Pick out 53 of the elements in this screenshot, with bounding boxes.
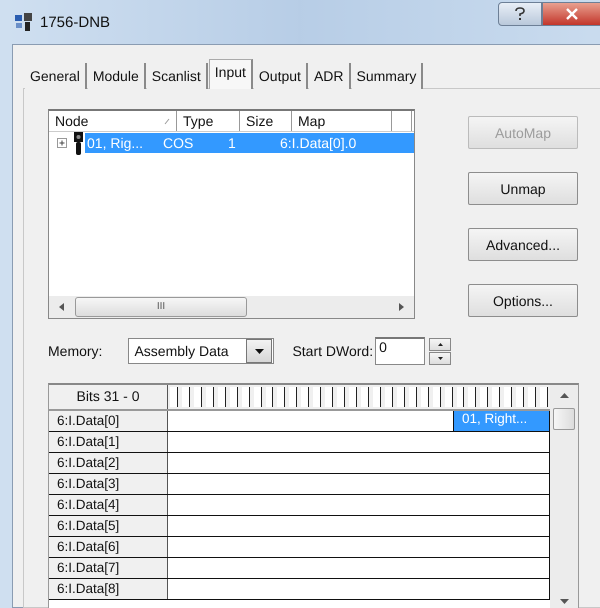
start-dword-field[interactable]: 0: [375, 337, 426, 365]
device-icon: [14, 12, 34, 32]
row-label: 6:I.Data[1]: [49, 432, 168, 452]
scroll-down-icon[interactable]: [560, 599, 568, 604]
row-label: 6:I.Data[3]: [49, 474, 168, 494]
bits-header: Bits 31 - 0: [49, 385, 168, 409]
column-header[interactable]: Node: [49, 111, 177, 131]
memory-dropdown[interactable]: Assembly Data: [128, 338, 274, 364]
memory-label: Memory:: [48, 343, 102, 359]
size-cell-text: 1: [227, 135, 237, 151]
row-label: 6:I.Data[0]: [49, 411, 168, 431]
spin-buttons[interactable]: [429, 338, 452, 364]
up-arrow-icon: [438, 342, 443, 346]
down-arrow-icon: [438, 356, 443, 360]
row-label: 6:I.Data[2]: [49, 453, 168, 473]
scroll-right-icon[interactable]: [398, 303, 404, 311]
node-cell-text: 01, Rig...: [86, 135, 144, 151]
window-title: 1756-DNB: [40, 14, 110, 30]
tab[interactable]: ADR: [308, 63, 350, 89]
action-button[interactable]: Options...: [468, 284, 578, 317]
tab[interactable]: Module: [88, 63, 146, 89]
row-label: 6:I.Data[5]: [49, 516, 168, 536]
start-dword-label: Start DWord:: [292, 343, 374, 359]
dropdown-arrow-icon: [254, 348, 264, 354]
action-button[interactable]: Advanced...: [468, 228, 578, 261]
action-button[interactable]: Unmap: [468, 172, 578, 205]
row-label: 6:I.Data[8]: [49, 579, 168, 599]
horizontal-scrollbar[interactable]: III: [49, 296, 414, 318]
row-label: 6:I.Data[7]: [49, 558, 168, 578]
tab[interactable]: Summary: [352, 63, 424, 89]
sort-icon: [164, 118, 170, 124]
help-button[interactable]: [498, 2, 542, 26]
scroll-left-icon[interactable]: [59, 303, 65, 311]
help-icon: [514, 7, 526, 21]
tab[interactable]: Input: [208, 59, 253, 89]
tab[interactable]: General: [25, 63, 87, 89]
map-cell-text: 6:I.Data[0].0: [279, 135, 356, 151]
type-cell-text: COS: [162, 135, 194, 151]
tab[interactable]: Output: [254, 63, 308, 89]
column-header[interactable]: Size: [240, 111, 292, 131]
row-label: 6:I.Data[4]: [49, 495, 168, 515]
column-header[interactable]: Type: [177, 111, 240, 131]
expand-icon[interactable]: [57, 138, 68, 148]
device-icon: [74, 132, 83, 156]
row-label: 6:I.Data[6]: [49, 537, 168, 557]
close-icon: [564, 8, 578, 20]
scroll-up-icon[interactable]: [560, 393, 568, 398]
scroll-thumb[interactable]: [553, 408, 575, 430]
tab[interactable]: Scanlist: [146, 63, 208, 89]
scroll-thumb[interactable]: III: [75, 297, 247, 317]
column-header[interactable]: Map: [292, 111, 392, 131]
vertical-scrollbar[interactable]: [550, 385, 578, 608]
close-button[interactable]: [542, 2, 600, 26]
